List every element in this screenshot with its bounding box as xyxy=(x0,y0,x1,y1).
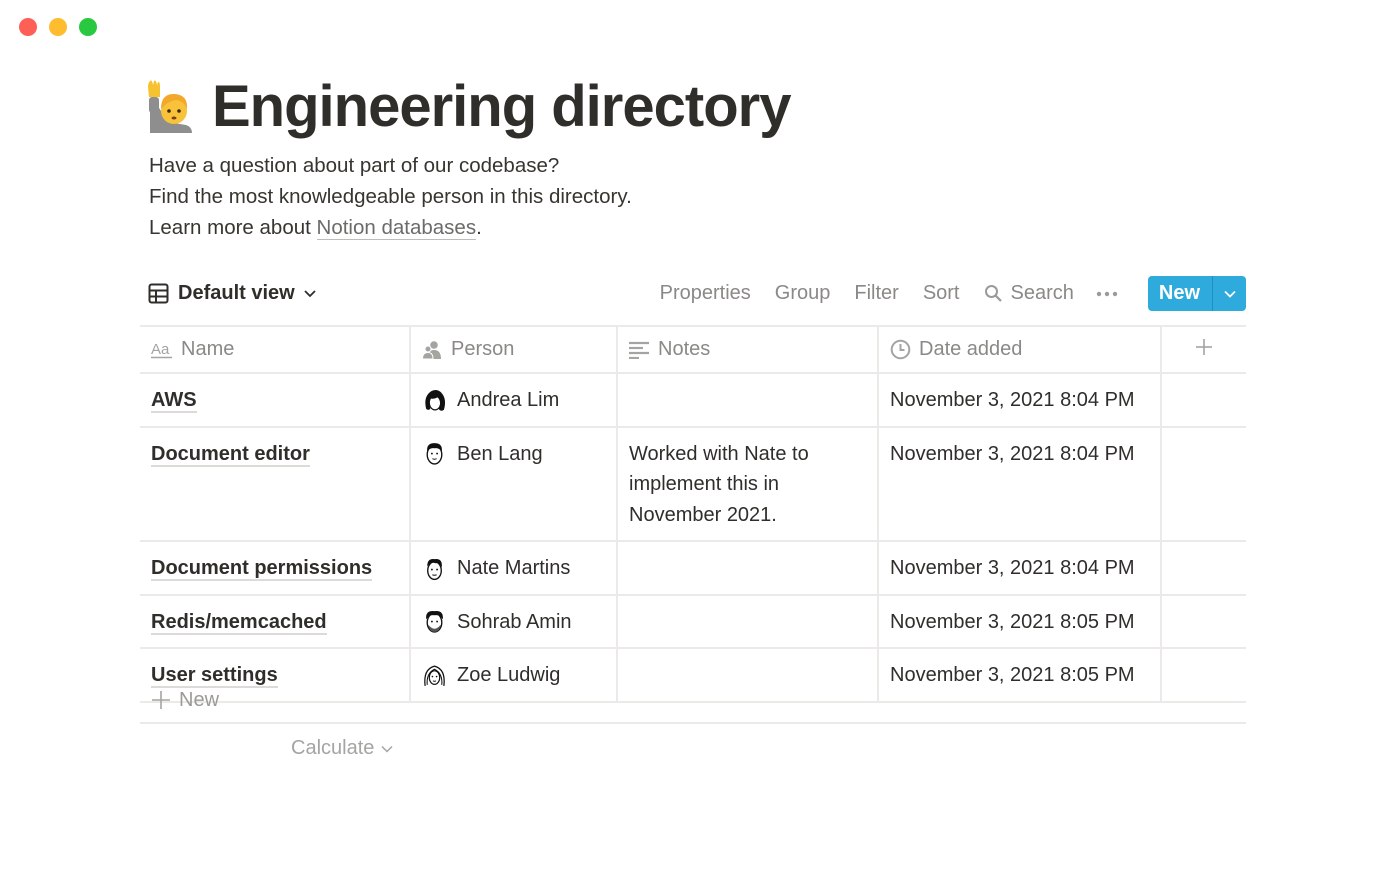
chevron-down-icon xyxy=(304,289,316,297)
table-row[interactable]: Document editor Ben Lang Worked with Nate … xyxy=(140,425,1246,542)
cell-person[interactable]: Sohrab Amin xyxy=(409,593,617,649)
page-header: Engineering directory xyxy=(146,72,791,142)
column-header-name[interactable]: Aa Name xyxy=(140,325,410,374)
cell-empty xyxy=(1160,540,1246,596)
page-title: Engineering directory xyxy=(212,74,791,139)
group-button[interactable]: Group xyxy=(775,282,831,305)
header-row: Aa Name Person Notes Date added xyxy=(140,325,1246,374)
row-title-link[interactable]: Document permissions xyxy=(151,557,373,581)
plus-icon xyxy=(1196,338,1212,355)
add-new-row-button[interactable]: New xyxy=(140,678,1246,724)
search-button[interactable]: Search xyxy=(984,282,1074,305)
table-row[interactable]: Document permissions Nate Martins November… xyxy=(140,540,1246,596)
row-title-link[interactable]: Document editor xyxy=(151,442,310,467)
table-row[interactable]: AWS Andrea Lim November 3, 2021 8:04 PM xyxy=(140,372,1246,428)
cell-person[interactable]: Ben Lang xyxy=(409,425,617,542)
database-toolbar: Default view Properties Group Filter Sor… xyxy=(140,276,1246,311)
view-label: Default view xyxy=(178,282,295,304)
row-title-link[interactable]: Redis/memcached xyxy=(151,610,327,635)
person-name: Ben Lang xyxy=(457,442,543,465)
clock-icon xyxy=(890,339,911,360)
cell-date-added[interactable]: November 3, 2021 8:04 PM xyxy=(877,540,1161,596)
text-lines-icon xyxy=(629,341,649,359)
column-header-date-added[interactable]: Date added xyxy=(877,325,1161,374)
maximize-window-button[interactable] xyxy=(79,18,97,36)
avatar-icon xyxy=(426,611,443,633)
calculate-button[interactable]: Calculate xyxy=(291,737,394,760)
calculate-label: Calculate xyxy=(291,737,375,759)
cell-date-added[interactable]: November 3, 2021 8:05 PM xyxy=(877,593,1161,649)
description-line: Find the most knowledgeable person in th… xyxy=(149,185,632,208)
column-label: Person xyxy=(451,338,515,360)
avatar-icon xyxy=(426,443,443,465)
search-icon xyxy=(984,285,1002,302)
description-text: . xyxy=(476,216,482,239)
table-row[interactable]: Redis/memcached Sohrab Amin November 3, 20… xyxy=(140,593,1246,649)
column-label: Notes xyxy=(658,338,711,360)
cell-name: Document editor xyxy=(140,425,410,542)
description-line: Have a question about part of our codeba… xyxy=(149,154,560,177)
notion-databases-link[interactable]: Notion databases xyxy=(316,216,477,240)
cell-date-added[interactable]: November 3, 2021 8:04 PM xyxy=(877,372,1161,428)
new-button-group: New xyxy=(1147,276,1246,311)
close-window-button[interactable] xyxy=(19,18,37,36)
cell-name: AWS xyxy=(140,372,410,428)
cell-notes[interactable]: Worked with Nate to implement this in No… xyxy=(616,425,878,542)
more-icon xyxy=(1096,291,1118,296)
table-icon xyxy=(148,283,169,304)
plus-icon xyxy=(152,691,170,709)
more-options-button[interactable] xyxy=(1096,291,1126,297)
person-icon xyxy=(422,340,441,359)
column-label: Date added xyxy=(919,338,1023,360)
add-row-label: New xyxy=(179,688,220,711)
search-label: Search xyxy=(1010,282,1074,304)
cell-notes[interactable] xyxy=(616,540,878,596)
page-description: Have a question about part of our codeba… xyxy=(149,150,632,243)
cell-name: Document permissions xyxy=(140,540,410,596)
description-text: Learn more about xyxy=(149,216,317,239)
person-name: Andrea Lim xyxy=(457,389,560,411)
column-header-person[interactable]: Person xyxy=(409,325,617,374)
chevron-down-icon xyxy=(381,745,393,753)
cell-empty xyxy=(1160,372,1246,428)
view-selector[interactable]: Default view xyxy=(148,282,328,305)
column-label: Name xyxy=(181,338,235,360)
window-controls xyxy=(19,18,97,36)
filter-button[interactable]: Filter xyxy=(854,282,898,305)
description-line: Learn more about Notion databases. xyxy=(149,212,632,243)
avatar-icon xyxy=(427,558,442,580)
text-title-icon: Aa xyxy=(151,341,172,358)
svg-text:Aa: Aa xyxy=(151,341,170,358)
cell-name: Redis/memcached xyxy=(140,593,410,649)
cell-person[interactable]: Andrea Lim xyxy=(409,372,617,428)
cell-date-added[interactable]: November 3, 2021 8:04 PM xyxy=(877,425,1161,542)
new-button[interactable]: New xyxy=(1148,276,1212,311)
person-name: Sohrab Amin xyxy=(457,610,572,633)
cell-notes[interactable] xyxy=(616,593,878,649)
chevron-down-icon xyxy=(1223,290,1236,298)
new-dropdown-button[interactable] xyxy=(1212,276,1246,311)
person-raising-hand-icon[interactable] xyxy=(146,79,194,135)
avatar-icon xyxy=(425,389,446,411)
add-column-button[interactable] xyxy=(1160,325,1246,374)
person-name: Nate Martins xyxy=(457,557,571,579)
cell-person[interactable]: Nate Martins xyxy=(409,540,617,596)
row-title-link[interactable]: AWS xyxy=(151,389,197,413)
toolbar-actions: Properties Group Filter Sort Search xyxy=(660,282,1126,305)
cell-empty xyxy=(1160,425,1246,542)
column-header-notes[interactable]: Notes xyxy=(616,325,878,374)
cell-empty xyxy=(1160,593,1246,649)
cell-notes[interactable] xyxy=(616,372,878,428)
sort-button[interactable]: Sort xyxy=(923,282,960,305)
properties-button[interactable]: Properties xyxy=(660,282,751,305)
minimize-window-button[interactable] xyxy=(49,18,67,36)
database-table: Aa Name Person Notes Date added AWS Andre… xyxy=(140,325,1246,703)
